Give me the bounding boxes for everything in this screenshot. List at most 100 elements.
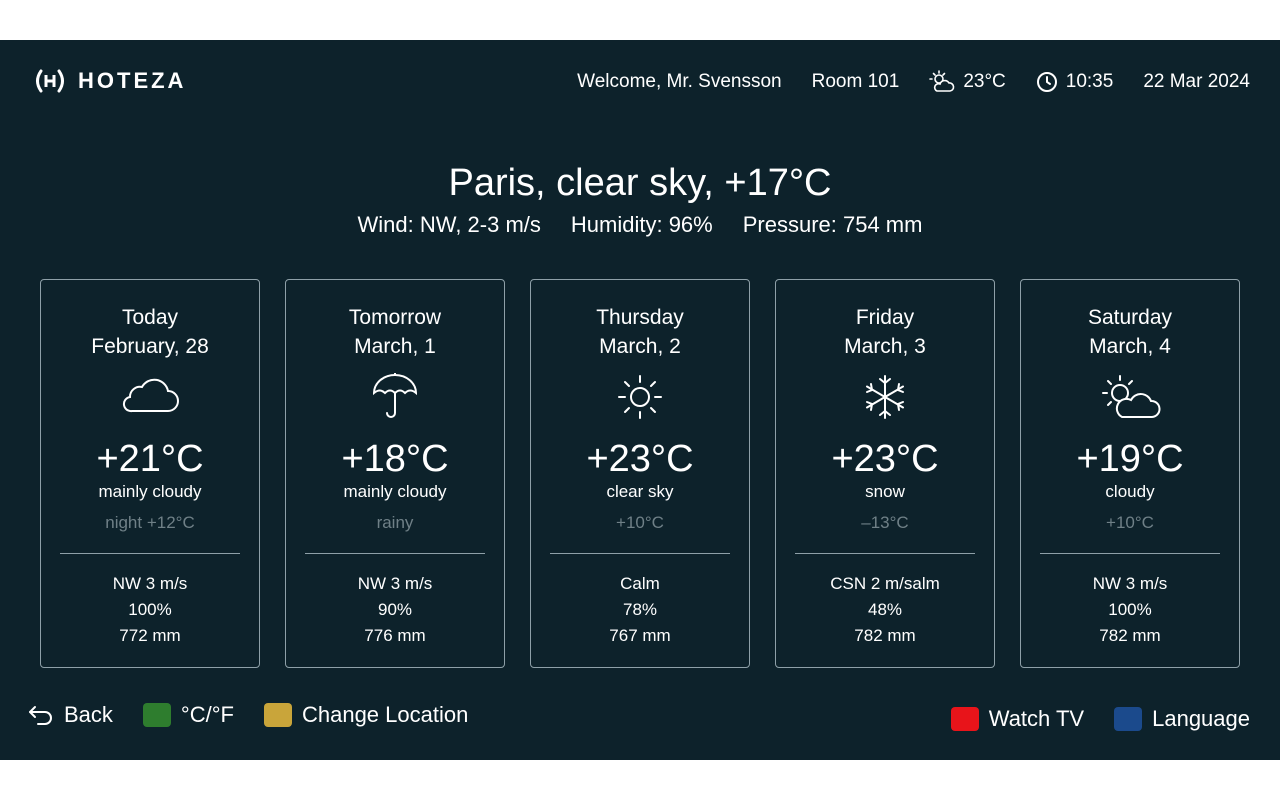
card-divider: [60, 553, 240, 554]
forecast-wind: CSN 2 m/salm: [830, 574, 940, 593]
forecast-condition: mainly cloudy: [343, 482, 447, 501]
current-weather-details: Wind: NW, 2-3 m/s Humidity: 96% Pressure…: [0, 212, 1280, 238]
forecast-wind: NW 3 m/s: [1092, 574, 1168, 593]
forecast-day: Friday: [855, 306, 915, 329]
footer-left: Back °C/°F Change Location: [28, 702, 468, 728]
green-key-icon: [142, 703, 171, 727]
forecast-pressure: 782 mm: [1099, 626, 1161, 645]
forecast-date: March, 2: [599, 335, 681, 358]
watch-tv-label: Watch TV: [988, 706, 1085, 731]
forecast-sub: rainy: [376, 513, 414, 532]
yellow-key-icon: [263, 703, 292, 727]
header-time: 10:35: [1036, 71, 1114, 93]
forecast-date: March, 4: [1089, 335, 1171, 358]
forecast-condition: clear sky: [606, 482, 674, 501]
forecast-day: Thursday: [596, 306, 684, 329]
current-pressure: Pressure: 754 mm: [742, 212, 923, 237]
hoteza-logo-icon: [36, 69, 64, 93]
forecast-sub: +10°C: [1106, 513, 1154, 532]
header-weather: 23°C: [929, 70, 1006, 94]
language-label: Language: [1152, 706, 1250, 731]
blue-key-icon: [1114, 707, 1143, 731]
snowflake-icon: [866, 375, 904, 419]
forecast-icon-wrap: [776, 373, 994, 423]
forecast-sub: night +12°C: [105, 513, 195, 532]
sun-cloud-icon: [1102, 375, 1161, 418]
change-location-button[interactable]: Change Location: [263, 702, 469, 728]
forecast-humidity: 100%: [128, 600, 172, 619]
forecast-condition: mainly cloudy: [98, 482, 202, 501]
back-button[interactable]: Back: [28, 702, 113, 728]
cloud-icon: [122, 378, 179, 413]
watch-tv-button[interactable]: Watch TV: [950, 706, 1085, 732]
partly-cloudy-icon: [929, 70, 955, 92]
weather-screen: HOTEZA Welcome, Mr. Svensson Room 101 23…: [0, 40, 1280, 760]
language-button[interactable]: Language: [1114, 706, 1250, 732]
forecast-sub: –13°C: [861, 513, 909, 532]
forecast-pressure: 772 mm: [119, 626, 181, 645]
forecast-day: Saturday: [1087, 306, 1173, 329]
forecast-list: Today February, 28 +21°C mainly cloudy n…: [40, 279, 1240, 668]
umbrella-icon: [372, 373, 418, 418]
room-number: Room 101: [812, 71, 900, 93]
header-temp: 23°C: [963, 71, 1006, 92]
forecast-temp: +23°C: [831, 438, 939, 480]
forecast-date: March, 3: [844, 335, 926, 358]
card-divider: [1040, 553, 1220, 554]
forecast-icon-wrap: [41, 373, 259, 423]
forecast-day: Tomorrow: [348, 306, 442, 329]
forecast-day: Today: [121, 306, 179, 329]
room-text: Room 101: [811, 71, 900, 92]
card-divider: [795, 553, 975, 554]
forecast-card[interactable]: Tomorrow March, 1 +18°C mainly cloudy ra…: [285, 279, 505, 668]
units-label: °C/°F: [180, 702, 234, 727]
forecast-temp: +19°C: [1076, 438, 1184, 480]
welcome-text: Welcome, Mr. Svensson: [577, 71, 782, 92]
brand-logo: HOTEZA: [32, 68, 186, 94]
forecast-icon-wrap: [286, 373, 504, 423]
change-location-label: Change Location: [301, 702, 469, 727]
forecast-humidity: 90%: [377, 600, 413, 619]
header-date: 22 Mar 2024: [1143, 71, 1250, 93]
footer-right: Watch TV Language: [950, 706, 1250, 732]
sun-icon: [618, 375, 662, 419]
forecast-wind: Calm: [620, 574, 660, 593]
red-key-icon: [950, 707, 979, 731]
back-label: Back: [64, 702, 113, 727]
forecast-date: March, 1: [354, 335, 436, 358]
forecast-temp: +18°C: [341, 438, 449, 480]
forecast-icon-wrap: [1021, 373, 1239, 423]
time-text: 10:35: [1065, 71, 1114, 92]
current-humidity: Humidity: 96%: [570, 212, 713, 237]
forecast-condition: snow: [865, 482, 905, 501]
forecast-condition: cloudy: [1105, 482, 1155, 501]
current-wind: Wind: NW, 2-3 m/s: [357, 212, 541, 237]
status-bar: Welcome, Mr. Svensson Room 101 23°C 10:3…: [547, 70, 1250, 94]
forecast-humidity: 48%: [867, 600, 903, 619]
date-text: 22 Mar 2024: [1143, 71, 1250, 92]
forecast-sub: +10°C: [616, 513, 664, 532]
forecast-card[interactable]: Saturday March, 4 +19°C cloudy +10°C NW …: [1020, 279, 1240, 668]
forecast-wind: NW 3 m/s: [357, 574, 433, 593]
forecast-pressure: 782 mm: [854, 626, 916, 645]
forecast-temp: +23°C: [586, 438, 694, 480]
forecast-card[interactable]: Today February, 28 +21°C mainly cloudy n…: [40, 279, 260, 668]
units-toggle-button[interactable]: °C/°F: [142, 702, 234, 728]
brand-name: HOTEZA: [78, 68, 187, 93]
back-arrow-icon: [29, 706, 52, 725]
card-divider: [550, 553, 730, 554]
forecast-icon-wrap: [531, 373, 749, 423]
forecast-humidity: 100%: [1108, 600, 1152, 619]
forecast-temp: +21°C: [96, 438, 204, 480]
forecast-humidity: 78%: [622, 600, 658, 619]
current-weather-title: Paris, clear sky, +17°C: [448, 162, 832, 204]
welcome-message: Welcome, Mr. Svensson: [577, 71, 782, 93]
forecast-pressure: 767 mm: [609, 626, 671, 645]
clock-icon: [1036, 72, 1057, 92]
forecast-date: February, 28: [91, 335, 209, 358]
forecast-card[interactable]: Friday March, 3 +23°C snow –13°C CSN 2 m…: [775, 279, 995, 668]
card-divider: [305, 553, 485, 554]
forecast-wind: NW 3 m/s: [112, 574, 188, 593]
forecast-card[interactable]: Thursday March, 2 +23°C clear sky +10°C …: [530, 279, 750, 668]
forecast-pressure: 776 mm: [364, 626, 426, 645]
